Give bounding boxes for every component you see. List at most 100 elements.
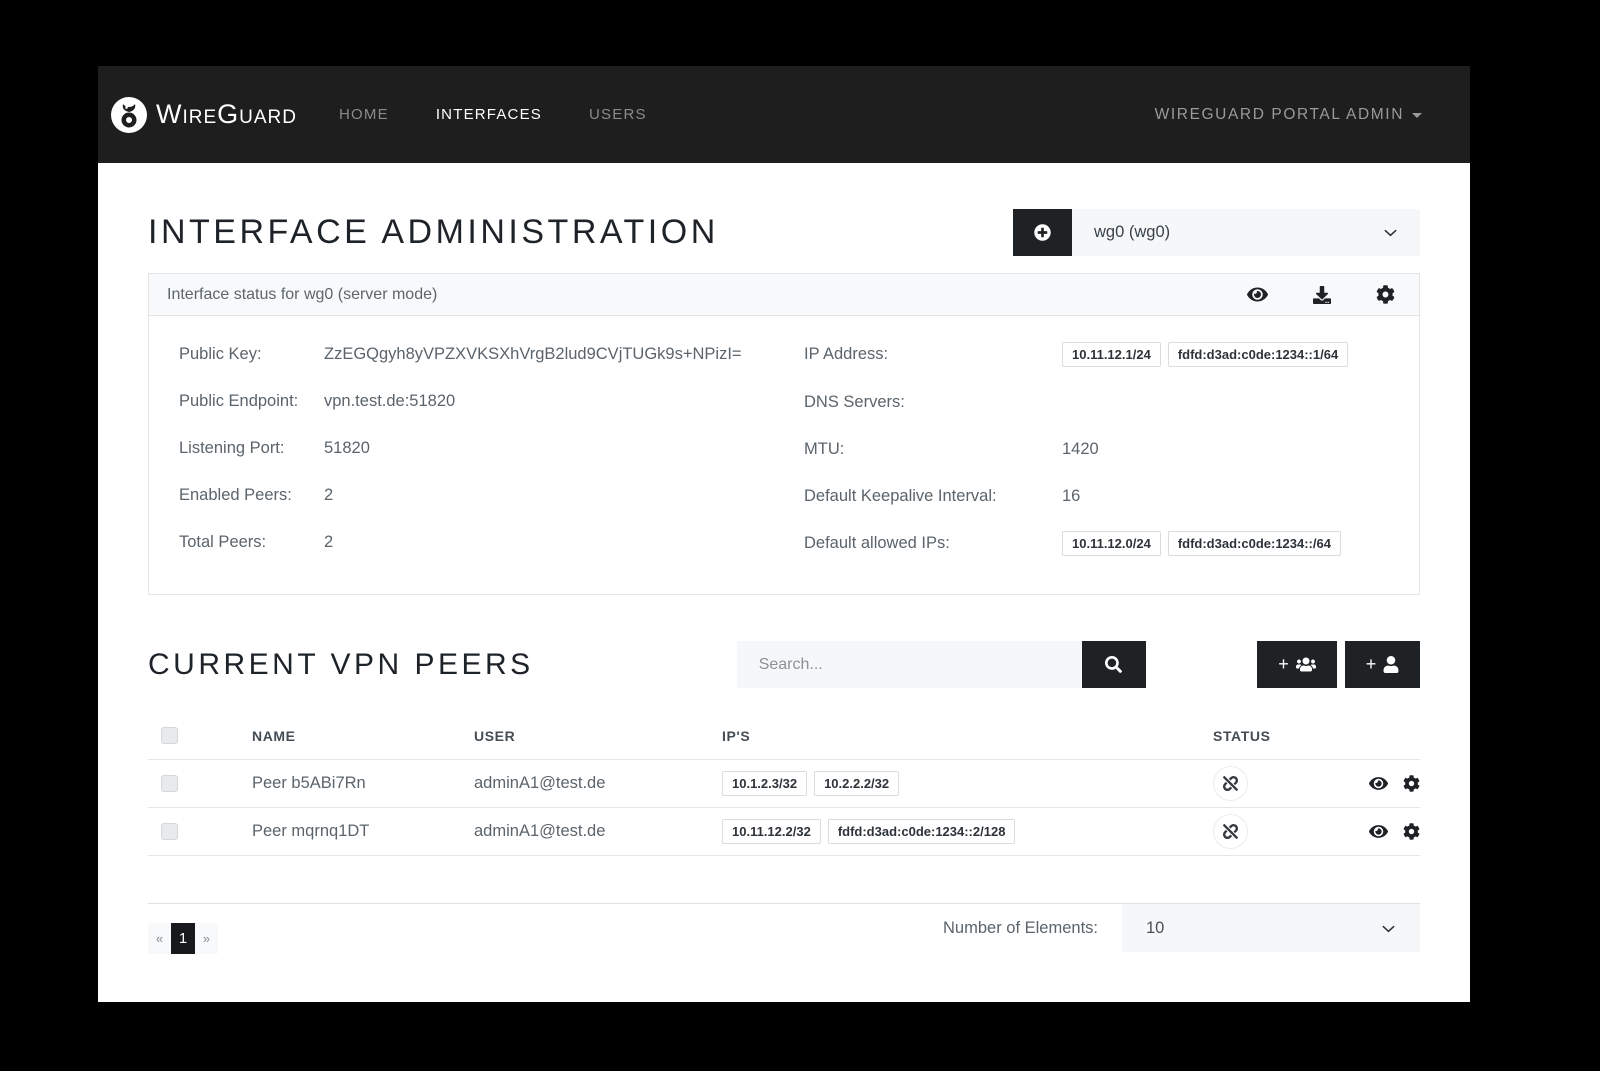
nav-link-interfaces[interactable]: INTERFACES [436,106,542,123]
field-label: Default Keepalive Interval: [804,484,1062,508]
gear-icon [1376,285,1395,304]
interface-controls: wg0 (wg0) [1013,209,1420,256]
add-interface-button[interactable] [1013,209,1072,256]
ip-badge: 10.11.12.0/24 [1062,531,1161,556]
search-icon [1105,656,1122,673]
interface-select[interactable]: wg0 (wg0) [1072,209,1420,256]
peer-user: adminA1@test.de [474,808,722,856]
eye-icon [1247,285,1268,304]
pagination-page-1[interactable]: 1 [171,923,195,954]
row-checkbox[interactable] [161,775,178,792]
pagination: « 1 » [148,923,218,954]
ip-badge: 10.2.2.2/32 [814,771,899,796]
field-label: Total Peers: [179,530,324,554]
nav-links: HOME INTERFACES USERS [339,106,647,123]
card-header-title: Interface status for wg0 (server mode) [167,286,437,304]
enabled-peers-value: 2 [324,483,333,507]
chevron-down-icon [1381,921,1396,936]
field-label: DNS Servers: [804,390,1062,414]
view-peer-button[interactable] [1369,823,1388,840]
page-size-value: 10 [1146,919,1164,938]
download-config-button[interactable] [1313,285,1331,304]
add-peer-button[interactable]: + [1345,641,1420,688]
eye-icon [1369,823,1388,840]
page-size-select[interactable]: 10 [1122,904,1420,952]
table-row: Peer mqrnq1DT adminA1@test.de 10.11.12.2… [148,808,1420,856]
public-key-value: ZzEGQgyh8yVPZXVKSXhVrgB2lud9CVjTUGk9s+NP… [324,342,742,366]
card-header: Interface status for wg0 (server mode) [149,274,1419,316]
footer-row: « 1 » Number of Elements: 10 [148,904,1420,954]
keepalive-value: 16 [1062,484,1080,508]
add-multiple-peers-button[interactable]: + [1257,641,1337,688]
main-content: INTERFACE ADMINISTRATION wg0 (wg0) Inter… [98,209,1470,954]
column-header-name: NAME [252,712,474,760]
column-header-status: STATUS [1213,712,1333,760]
navbar-brand[interactable]: WireGuard [110,96,297,134]
interface-select-value: wg0 (wg0) [1094,223,1170,242]
user-menu-label: WIREGUARD PORTAL ADMIN [1155,106,1404,124]
field-label: Listening Port: [179,436,324,460]
navbar: WireGuard HOME INTERFACES USERS WIREGUAR… [98,66,1470,163]
field-label: Public Endpoint: [179,389,324,413]
select-all-checkbox[interactable] [161,727,178,744]
peers-table-header-row: NAME USER IP'S STATUS [148,712,1420,760]
listening-port-value: 51820 [324,436,370,460]
nav-link-home[interactable]: HOME [339,106,389,123]
users-icon [1296,656,1316,673]
view-peer-button[interactable] [1369,775,1388,792]
card-body: Public Key:ZzEGQgyh8yVPZXVKSXhVrgB2lud9C… [149,316,1419,594]
eye-icon [1369,775,1388,792]
interface-status-card: Interface status for wg0 (server mode) P… [148,273,1420,595]
show-config-button[interactable] [1247,285,1268,304]
mtu-value: 1420 [1062,437,1099,461]
edit-peer-button[interactable] [1403,775,1420,792]
field-label: MTU: [804,437,1062,461]
peers-table-body: Peer b5ABi7Rn adminA1@test.de 10.1.2.3/3… [148,760,1420,856]
status-badge [1213,814,1248,849]
pagination-prev[interactable]: « [148,923,171,954]
table-row: Peer b5ABi7Rn adminA1@test.de 10.1.2.3/3… [148,760,1420,808]
gear-icon [1403,775,1420,792]
search-input[interactable] [737,641,1082,688]
row-checkbox[interactable] [161,823,178,840]
peer-name: Peer b5ABi7Rn [252,760,474,808]
edit-interface-button[interactable] [1376,285,1395,304]
ip-badge: 10.11.12.2/32 [722,819,821,844]
peer-user: adminA1@test.de [474,760,722,808]
chevron-down-icon [1383,225,1398,240]
field-label: Default allowed IPs: [804,531,1062,556]
elements-label: Number of Elements: [943,919,1098,938]
gear-icon [1403,823,1420,840]
ip-badge: fdfd:d3ad:c0de:1234::1/64 [1168,342,1348,367]
user-menu-dropdown[interactable]: WIREGUARD PORTAL ADMIN [1155,106,1422,124]
ip-address-badges: 10.11.12.1/24 fdfd:d3ad:c0de:1234::1/64 [1062,342,1348,367]
app-window: WireGuard HOME INTERFACES USERS WIREGUAR… [98,66,1470,1002]
edit-peer-button[interactable] [1403,823,1420,840]
allowed-ips-badges: 10.11.12.0/24fdfd:d3ad:c0de:1234::/64 [1062,531,1341,556]
nav-link-users[interactable]: USERS [589,106,647,123]
unlink-icon [1223,824,1238,839]
field-label: IP Address: [804,342,1062,367]
status-badge [1213,766,1248,801]
plus-glyph: + [1278,654,1289,675]
user-icon [1383,656,1399,673]
column-header-user: USER [474,712,722,760]
public-endpoint-value: vpn.test.de:51820 [324,389,455,413]
ip-badge: fdfd:d3ad:c0de:1234::2/128 [828,819,1016,844]
page-title: INTERFACE ADMINISTRATION [148,213,719,252]
peers-section-title: CURRENT VPN PEERS [148,648,534,682]
column-header-ips: IP'S [722,712,1213,760]
ip-badge: 10.11.12.1/24 [1062,342,1161,367]
plus-circle-icon [1034,224,1051,241]
download-icon [1313,286,1331,304]
peer-ip-badges: 10.1.2.3/32 10.2.2.2/32 [722,771,1213,796]
ip-badge: 10.1.2.3/32 [722,771,807,796]
peer-ip-badges: 10.11.12.2/32 fdfd:d3ad:c0de:1234::2/128 [722,819,1213,844]
pagination-next[interactable]: » [195,923,218,954]
search-button[interactable] [1082,641,1146,688]
interface-info-right: IP Address:10.11.12.1/24 fdfd:d3ad:c0de:1… [804,342,1389,556]
interface-info-left: Public Key:ZzEGQgyh8yVPZXVKSXhVrgB2lud9C… [179,342,764,556]
brand-text: WireGuard [156,99,297,130]
plus-glyph: + [1366,654,1377,675]
total-peers-value: 2 [324,530,333,554]
